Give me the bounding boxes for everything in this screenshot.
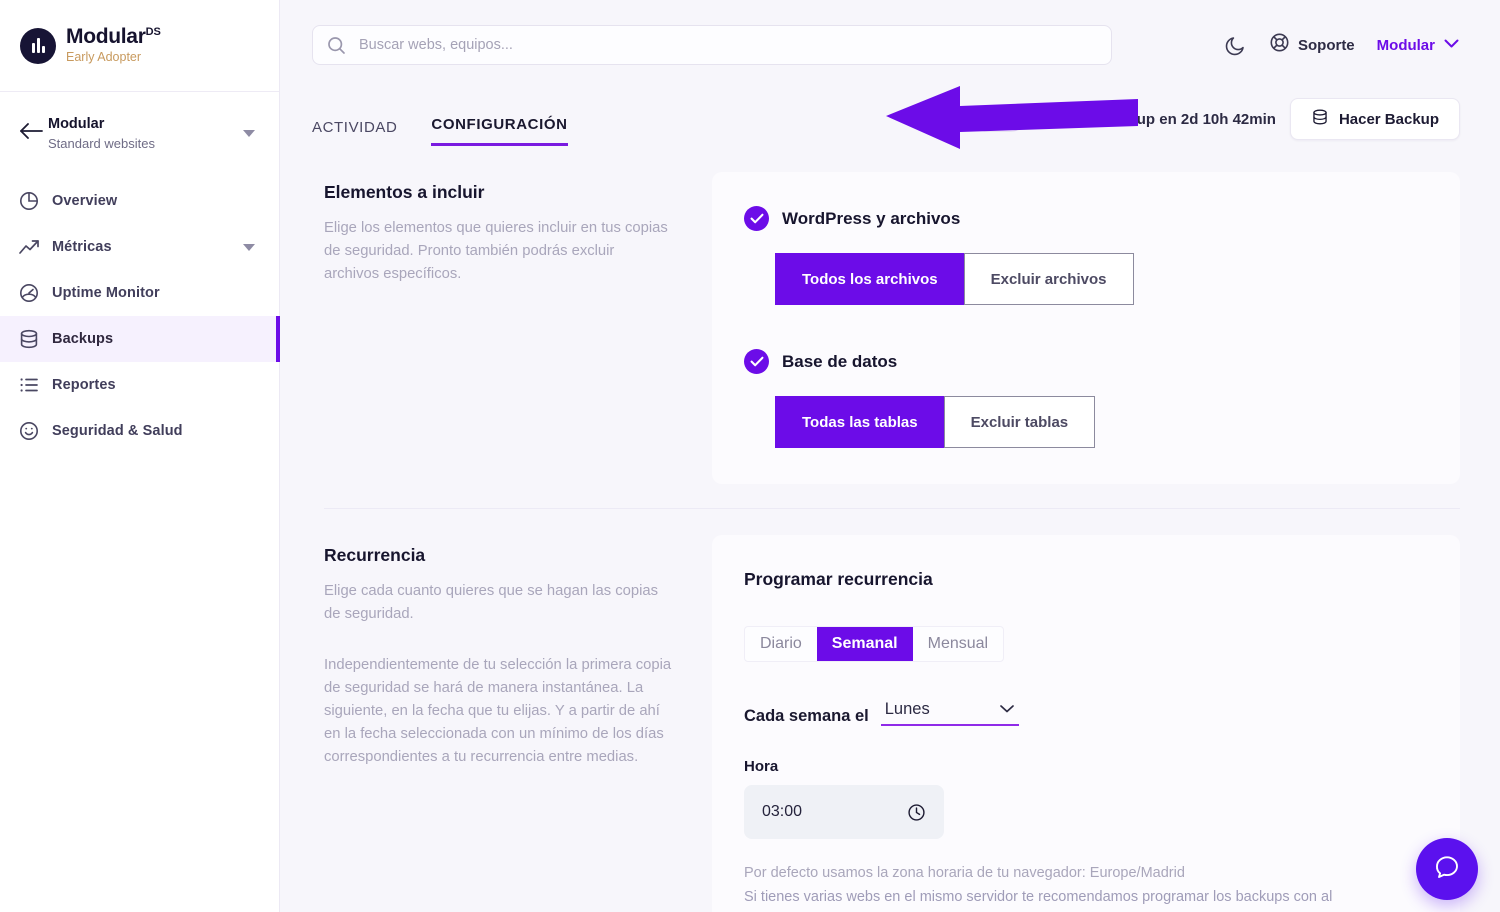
- section-recurrencia: Recurrencia Elige cada cuanto quieres qu…: [312, 509, 1460, 912]
- programar-recurrencia-heading: Programar recurrencia: [744, 569, 933, 589]
- check-circle-icon[interactable]: [744, 206, 769, 231]
- database-icon: [1311, 108, 1329, 131]
- sidebar-item-label: Backups: [52, 331, 114, 348]
- sidebar-item-overview[interactable]: Overview: [0, 178, 279, 224]
- support-label: Soporte: [1297, 36, 1355, 54]
- sidebar-item-label: Seguridad & Salud: [52, 423, 183, 440]
- main-area: Soporte Modular ACTIVIDAD CONFIGURACIÓN: [280, 0, 1500, 912]
- elementos-card: WordPress y archivos Todos los archivos …: [712, 172, 1460, 484]
- section-description-column: Elementos a incluir Elige los elementos …: [312, 172, 672, 484]
- tab-list: ACTIVIDAD CONFIGURACIÓN: [312, 116, 568, 146]
- caret-down-icon[interactable]: [243, 243, 255, 251]
- sidebar-item-label: Métricas: [52, 239, 112, 256]
- brand-tagline: Early Adopter: [66, 50, 142, 65]
- page-title: Elementos a incluir: [324, 182, 485, 202]
- database-icon: [18, 328, 52, 350]
- weekday-select[interactable]: Lunes: [880, 700, 1019, 726]
- group-label: Base de datos: [782, 351, 898, 371]
- lifebuoy-icon: [1269, 32, 1290, 58]
- gauge-icon: [18, 282, 52, 304]
- workspace-name: Modular: [48, 116, 105, 132]
- hora-value: 03:00: [762, 803, 803, 820]
- next-backup-text: Próximo backup en 2d 10h 42min: [1038, 110, 1276, 128]
- tab-actividad[interactable]: ACTIVIDAD: [312, 119, 397, 146]
- clock-icon[interactable]: [907, 803, 926, 822]
- sidebar-item-metricas[interactable]: Métricas: [0, 224, 279, 270]
- frequency-diario[interactable]: Diario: [745, 627, 817, 661]
- sidebar: ModularDS Early Adopter Modular Standard…: [0, 0, 280, 912]
- hora-label: Hora: [744, 758, 779, 775]
- section-elementos-a-incluir: Elementos a incluir Elige los elementos …: [312, 146, 1460, 484]
- tabs-row: ACTIVIDAD CONFIGURACIÓN ON Próximo backu…: [280, 90, 1500, 146]
- frequency-segmented: Diario Semanal Mensual: [744, 626, 1005, 662]
- hacer-backup-label: Hacer Backup: [1338, 110, 1439, 128]
- wordpress-archivos-segmented: Todos los archivos Excluir archivos: [775, 253, 1460, 305]
- recurrencia-description-1: Elige cada cuanto quieres que se hagan l…: [324, 583, 658, 623]
- seg-excluir-archivos[interactable]: Excluir archivos: [963, 253, 1134, 305]
- settings-content: Elementos a incluir Elige los elementos …: [280, 146, 1500, 912]
- timezone-note: Por defecto usamos la zona horaria de tu…: [744, 865, 1185, 881]
- search-icon: [327, 36, 347, 55]
- app-root: ModularDS Early Adopter Modular Standard…: [0, 0, 1500, 912]
- recurrencia-card: Programar recurrencia Diario Semanal Men…: [712, 535, 1460, 912]
- base-de-datos-segmented: Todas las tablas Excluir tablas: [775, 396, 1460, 448]
- smiley-icon: [18, 420, 52, 442]
- brand-header[interactable]: ModularDS Early Adopter: [0, 0, 279, 92]
- tab-configuracion[interactable]: CONFIGURACIÓN: [431, 116, 568, 146]
- modular-bars-logo-icon: [20, 27, 56, 64]
- sidebar-nav: Overview Métricas Uptime Monitor Backups…: [0, 178, 280, 454]
- sidebar-item-seguridad-salud[interactable]: Seguridad & Salud: [0, 408, 279, 454]
- frequency-mensual[interactable]: Mensual: [913, 627, 1003, 661]
- account-label: Modular: [1376, 36, 1435, 54]
- recurrencia-title: Recurrencia: [324, 545, 426, 565]
- brand-superscript: DS: [145, 26, 161, 39]
- list-icon: [18, 374, 52, 396]
- recurrencia-description-column: Recurrencia Elige cada cuanto quieres qu…: [312, 535, 672, 912]
- weekday-row: Cada semana el Lunes: [744, 700, 1460, 726]
- workspace-type: Standard websites: [48, 136, 155, 151]
- group-wordpress-archivos[interactable]: WordPress y archivos: [744, 206, 1460, 231]
- chevron-down-icon: [999, 701, 1015, 719]
- hora-input[interactable]: 03:00: [744, 785, 944, 839]
- recurrencia-description-2: Independientemente de tu selección la pr…: [324, 657, 672, 766]
- server-note: Si tienes varias webs en el mismo servid…: [744, 889, 1333, 905]
- arrow-left-icon[interactable]: [18, 122, 48, 145]
- frequency-semanal[interactable]: Semanal: [816, 627, 913, 661]
- sidebar-item-label: Reportes: [52, 377, 116, 394]
- support-button[interactable]: Soporte: [1269, 32, 1355, 58]
- group-base-de-datos[interactable]: Base de datos: [744, 349, 1460, 374]
- sidebar-item-backups[interactable]: Backups: [0, 316, 280, 363]
- group-label: WordPress y archivos: [782, 208, 961, 228]
- top-bar-actions: Soporte Modular: [1224, 32, 1460, 58]
- weekday-value: Lunes: [884, 700, 930, 718]
- toggle-knob: [1002, 110, 1021, 128]
- seg-todos-los-archivos[interactable]: Todos los archivos: [775, 253, 965, 305]
- account-menu[interactable]: Modular: [1377, 36, 1460, 54]
- search-input[interactable]: [359, 37, 1097, 53]
- sidebar-item-reportes[interactable]: Reportes: [0, 362, 279, 408]
- weekday-label: Cada semana el: [744, 707, 869, 725]
- top-bar: Soporte Modular: [280, 0, 1500, 90]
- sidebar-item-label: Overview: [52, 193, 118, 210]
- chat-bubble-icon: [1432, 852, 1462, 887]
- pie-chart-icon: [18, 190, 52, 212]
- workspace-selector[interactable]: Modular Standard websites: [0, 92, 279, 172]
- section-description: Elige los elementos que quieres incluir …: [324, 220, 668, 283]
- seg-todas-las-tablas[interactable]: Todas las tablas: [775, 396, 945, 448]
- brand-name: Modular: [66, 25, 146, 49]
- trend-up-icon: [18, 236, 52, 258]
- backup-toggle-switch[interactable]: [974, 106, 1025, 132]
- chat-bubble-button[interactable]: [1416, 838, 1478, 900]
- moon-icon[interactable]: [1224, 34, 1247, 57]
- check-circle-icon[interactable]: [744, 349, 769, 374]
- sidebar-item-uptime-monitor[interactable]: Uptime Monitor: [0, 270, 279, 316]
- hacer-backup-button[interactable]: Hacer Backup: [1289, 98, 1460, 140]
- chevron-down-icon: [1443, 36, 1460, 54]
- backup-toggle-label: ON: [936, 110, 961, 127]
- sidebar-item-label: Uptime Monitor: [52, 285, 160, 302]
- seg-excluir-tablas[interactable]: Excluir tablas: [943, 396, 1096, 448]
- backup-status-group: ON Próximo backup en 2d 10h 42min Hacer …: [936, 98, 1460, 146]
- search-box[interactable]: [312, 25, 1112, 65]
- caret-down-icon[interactable]: [243, 129, 255, 137]
